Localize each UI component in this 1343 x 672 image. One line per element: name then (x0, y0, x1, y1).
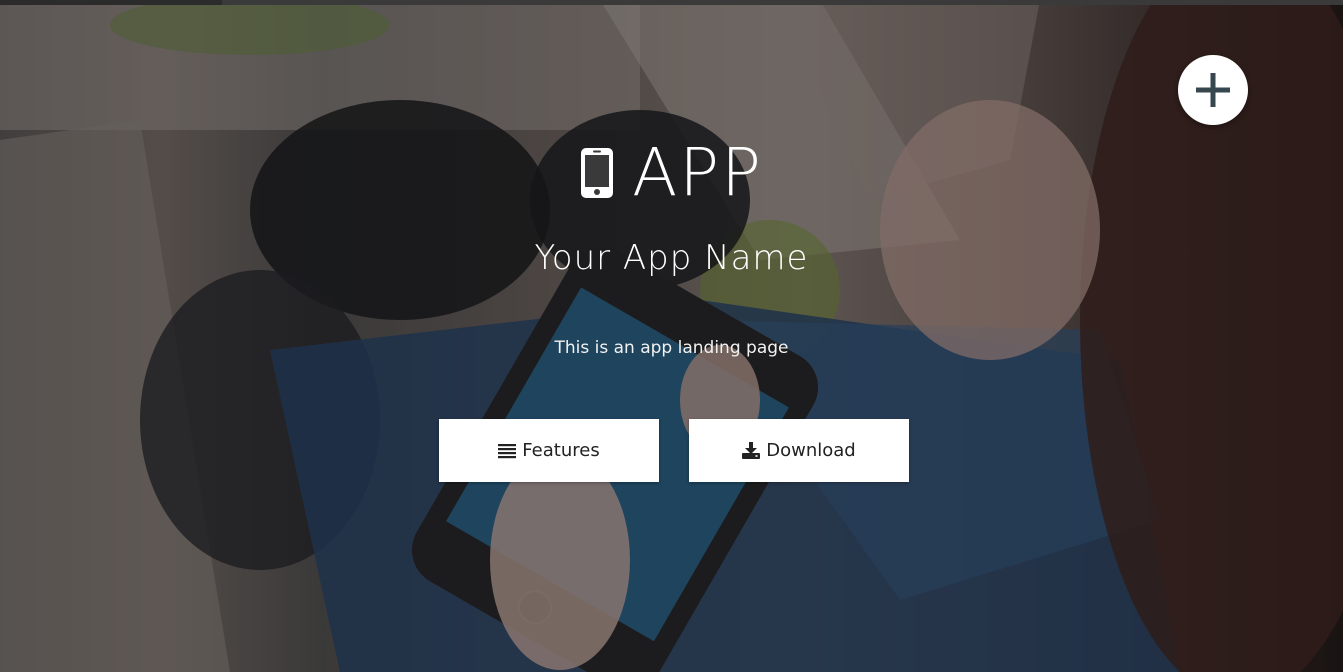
plus-icon (1194, 71, 1232, 109)
hero-section: APP Your App Name This is an app landing… (0, 0, 1343, 672)
download-button-label: Download (766, 440, 856, 461)
list-icon (498, 443, 517, 459)
title-row: APP (0, 140, 1343, 206)
download-icon (742, 442, 761, 459)
download-button[interactable]: Download (689, 419, 909, 482)
features-button[interactable]: Features (439, 419, 659, 482)
app-name-heading: Your App Name (534, 238, 809, 278)
features-button-label: Features (522, 440, 600, 461)
mobile-phone-icon (580, 147, 614, 199)
page-title: APP (632, 134, 763, 211)
hero-content: APP Your App Name This is an app landing… (0, 0, 1343, 672)
tagline-text: This is an app landing page (554, 338, 789, 358)
add-button[interactable] (1178, 55, 1248, 125)
